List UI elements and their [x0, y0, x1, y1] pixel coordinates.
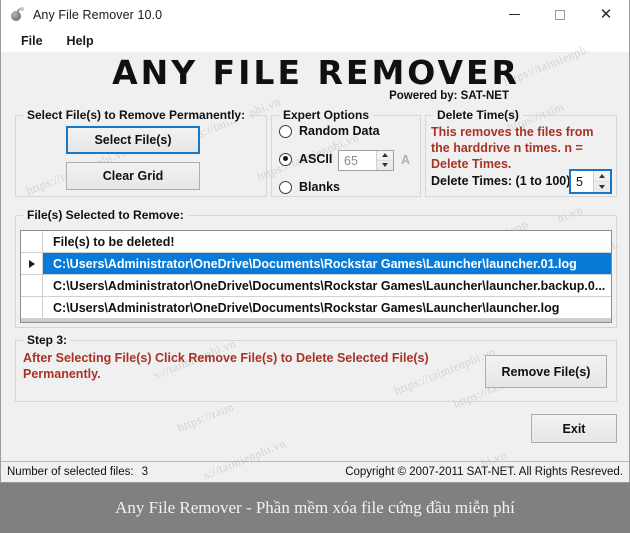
status-selected-count: 3 — [141, 466, 148, 478]
select-files-button[interactable]: Select File(s) — [66, 126, 200, 154]
remove-files-button[interactable]: Remove File(s) — [485, 355, 607, 388]
ascii-value: 65 — [339, 151, 377, 170]
grid-column-header[interactable]: File(s) to be deleted! — [43, 231, 611, 253]
status-selected-files: Number of selected files: 3 — [7, 466, 148, 478]
expert-options-legend: Expert Options — [279, 108, 374, 122]
status-copyright: Copyright © 2007-2011 SAT-NET. All Right… — [345, 466, 623, 478]
client-area: https://taimienph. https://taimienphi.vn… — [1, 41, 630, 482]
bomb-icon — [9, 6, 25, 23]
screenshot-root: Any File Remover 10.0 ✕ File Help https:… — [0, 0, 630, 533]
files-selected-legend: File(s) Selected to Remove: — [23, 208, 188, 222]
delete-times-stepper[interactable]: 5 — [569, 169, 612, 194]
close-button[interactable]: ✕ — [583, 0, 629, 30]
row-caret-icon — [28, 259, 35, 268]
status-bar: Number of selected files: 3 Copyright © … — [1, 461, 629, 482]
delete-times-legend: Delete Time(s) — [433, 108, 523, 122]
table-row[interactable]: C:\Users\Administrator\OneDrive\Document… — [21, 253, 611, 275]
caption-text: Any File Remover - Phần mềm xóa file cứn… — [115, 498, 515, 517]
ascii-stepper-down[interactable] — [377, 161, 393, 171]
watermark: https://taim — [175, 399, 236, 435]
radio-icon-random-data — [279, 124, 292, 138]
select-files-legend: Select File(s) to Remove Permanently: — [23, 108, 250, 122]
grid-header-rowhdr — [21, 231, 43, 253]
maximize-icon — [555, 9, 565, 20]
row-marker-cell — [21, 275, 43, 297]
status-selected-label: Number of selected files: — [7, 466, 134, 478]
radio-label-ascii: ASCII — [299, 152, 333, 166]
logo-text: ANY FILE REMOVER — [112, 53, 520, 92]
file-path-cell[interactable]: C:\Users\Administrator\OneDrive\Document… — [43, 253, 611, 275]
ascii-value-stepper[interactable]: 65 — [338, 150, 394, 171]
radio-label-random-data: Random Data — [299, 124, 380, 138]
radio-label-blanks: Blanks — [299, 180, 340, 194]
files-grid[interactable]: File(s) to be deleted! C:\Users\Administ… — [20, 230, 612, 323]
delete-times-stepper-up[interactable] — [594, 171, 610, 182]
grid-empty-filler — [21, 319, 611, 322]
menu-item-help[interactable]: Help — [55, 32, 106, 50]
minimize-button[interactable] — [491, 0, 537, 30]
row-marker-cell — [21, 297, 43, 319]
file-path-cell[interactable]: C:\Users\Administrator\OneDrive\Document… — [43, 297, 611, 319]
triangle-down-icon — [599, 184, 605, 189]
close-icon: ✕ — [599, 5, 613, 23]
delete-times-stepper-arrows[interactable] — [593, 171, 610, 192]
step3-legend: Step 3: — [23, 333, 72, 347]
radio-random-data[interactable]: Random Data — [279, 124, 380, 138]
menu-bar: File Help — [1, 30, 629, 52]
maximize-button[interactable] — [537, 0, 583, 30]
step3-description: After Selecting File(s) Click Remove Fil… — [23, 351, 429, 381]
row-marker-cell — [21, 253, 43, 275]
application-window: Any File Remover 10.0 ✕ File Help https:… — [0, 0, 630, 483]
file-path-cell[interactable]: C:\Users\Administrator\OneDrive\Document… — [43, 275, 611, 297]
radio-blanks[interactable]: Blanks — [279, 180, 340, 194]
exit-button[interactable]: Exit — [531, 414, 617, 443]
ascii-char-preview: A — [401, 153, 411, 167]
clear-grid-button[interactable]: Clear Grid — [66, 162, 200, 190]
triangle-down-icon — [382, 163, 389, 168]
caption-bar: Any File Remover - Phần mềm xóa file cứn… — [0, 483, 630, 533]
ascii-stepper-up[interactable] — [377, 151, 393, 161]
table-row[interactable]: C:\Users\Administrator\OneDrive\Document… — [21, 297, 611, 319]
title-bar: Any File Remover 10.0 ✕ — [1, 0, 629, 30]
powered-by-label: Powered by: SAT-NET — [389, 90, 509, 102]
radio-ascii[interactable]: ASCII — [279, 152, 332, 166]
triangle-up-icon — [382, 153, 389, 158]
delete-times-value: 5 — [571, 171, 593, 192]
ascii-stepper-arrows[interactable] — [376, 151, 393, 170]
table-row[interactable]: C:\Users\Administrator\OneDrive\Document… — [21, 275, 611, 297]
delete-times-field-label: Delete Times: (1 to 100) — [431, 174, 571, 188]
radio-icon-blanks — [279, 180, 292, 194]
menu-item-file[interactable]: File — [9, 32, 55, 50]
minimize-icon — [508, 14, 520, 15]
radio-icon-ascii — [279, 152, 292, 166]
delete-times-description: This removes the files from the harddriv… — [431, 125, 594, 171]
grid-header-row: File(s) to be deleted! — [21, 231, 611, 253]
window-title: Any File Remover 10.0 — [33, 7, 163, 22]
triangle-up-icon — [599, 173, 605, 178]
delete-times-stepper-down[interactable] — [594, 182, 610, 193]
window-controls: ✕ — [491, 0, 629, 30]
app-logo: ANY FILE REMOVER — [1, 54, 630, 92]
